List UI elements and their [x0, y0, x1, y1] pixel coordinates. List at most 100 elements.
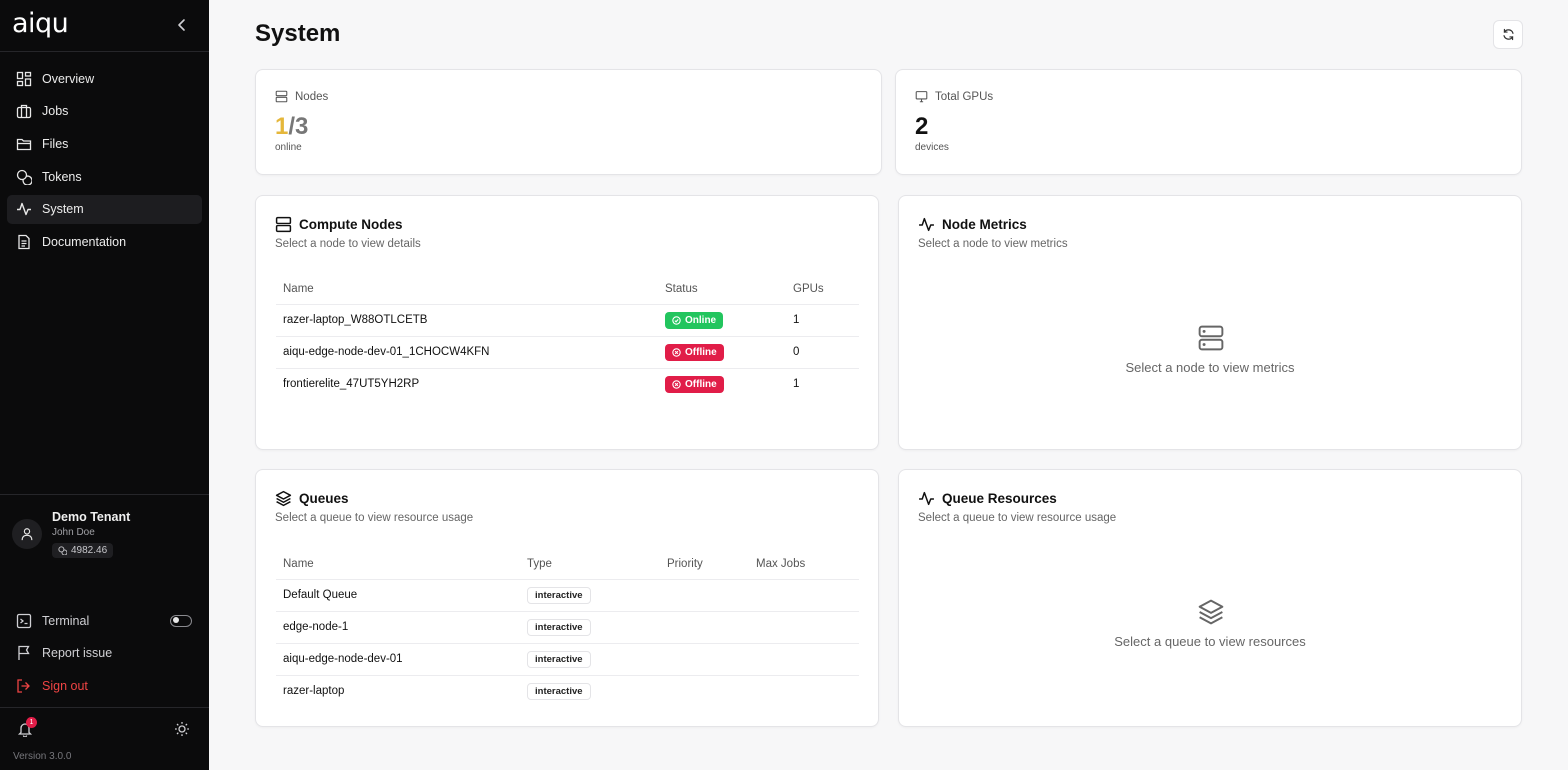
terminal-label: Terminal: [42, 613, 90, 628]
column-header-max-jobs: Max Jobs: [749, 549, 859, 580]
compute-nodes-subtitle: Select a node to view details: [275, 238, 421, 250]
briefcase-icon: [16, 105, 32, 119]
report-issue-item[interactable]: Report issue: [7, 639, 202, 668]
chevron-left-icon[interactable]: [174, 16, 190, 34]
status-badge: Offline: [665, 343, 724, 361]
server-icon: [275, 90, 288, 103]
server-icon: [1198, 325, 1224, 351]
tenant-name: Demo Tenant: [52, 510, 131, 524]
page-title: System: [255, 20, 341, 47]
column-header-type: Type: [520, 549, 660, 580]
refresh-button[interactable]: [1493, 20, 1523, 49]
column-header-name: Name: [276, 274, 658, 305]
refresh-icon: [1502, 28, 1514, 41]
sidebar-item-documentation[interactable]: Documentation: [7, 227, 202, 256]
node-metrics-empty-text: Select a node to view metrics: [1125, 360, 1295, 375]
gpus-value: 2: [915, 113, 929, 140]
compute-nodes-table: Name Status GPUs razer-laptop_W88OTLCETB…: [276, 274, 859, 400]
sidebar-item-system[interactable]: System: [7, 194, 202, 224]
terminal-icon: [16, 613, 32, 628]
node-metrics-subtitle: Select a node to view metrics: [918, 238, 1068, 250]
queue-name: edge-node-1: [276, 611, 520, 644]
sidebar-header: aiqu: [0, 0, 209, 52]
credit-badge: 4982.46: [52, 543, 114, 558]
activity-icon: [919, 491, 934, 506]
queue-type: interactive: [520, 579, 660, 612]
divider: [0, 494, 209, 495]
queue-max-jobs: [749, 579, 859, 612]
queue-max-jobs: [749, 675, 859, 707]
type-badge: interactive: [527, 682, 591, 700]
queues-subtitle: Select a queue to view resource usage: [275, 512, 474, 524]
node-gpus: 1: [786, 304, 859, 337]
queue-type: interactive: [520, 643, 660, 676]
table-row[interactable]: razer-laptop interactive: [276, 675, 859, 707]
gpus-stat-label: Total GPUs: [915, 90, 993, 103]
avatar: [12, 519, 42, 549]
coins-icon: [58, 546, 67, 555]
sign-out-icon: [17, 679, 30, 693]
x-circle-icon: [672, 347, 681, 357]
nodes-total-count: /3: [288, 113, 309, 140]
nodes-stat-label: Nodes: [275, 90, 328, 103]
sidebar-item-overview[interactable]: Overview: [7, 64, 202, 93]
sidebar-item-files[interactable]: Files: [7, 129, 202, 158]
card-title-text: Queues: [299, 491, 349, 506]
status-text: Offline: [685, 346, 717, 358]
node-gpus: 1: [793, 378, 800, 391]
sidebar-nav: Overview Jobs Files Tokens System Docume…: [7, 64, 202, 260]
sidebar-item-jobs[interactable]: Jobs: [7, 97, 202, 126]
queue-resources-subtitle: Select a queue to view resource usage: [918, 512, 1117, 524]
terminal-item[interactable]: Terminal: [7, 606, 202, 635]
status-text: Offline: [685, 378, 717, 390]
activity-icon: [17, 203, 31, 216]
table-row[interactable]: aiqu-edge-node-dev-01_1CHOCW4KFN Offline…: [276, 336, 859, 369]
node-name: frontierelite_47UT5YH2RP: [283, 378, 420, 391]
layers-icon: [275, 490, 292, 507]
card-title-text: Node Metrics: [942, 217, 1027, 232]
table-row[interactable]: razer-laptop_W88OTLCETB Online 1: [276, 304, 859, 337]
check-circle-icon: [672, 315, 681, 325]
node-status: Offline: [658, 368, 786, 400]
queue-priority: [660, 611, 749, 644]
sign-out-item[interactable]: Sign out: [7, 671, 202, 700]
layers-icon: [1198, 599, 1224, 625]
sun-icon[interactable]: [174, 721, 190, 737]
sidebar-item-label: Documentation: [42, 234, 127, 249]
user-icon: [21, 528, 33, 541]
column-header-gpus: GPUs: [786, 274, 859, 305]
card-title-text: Compute Nodes: [299, 217, 403, 232]
column-header-priority: Priority: [660, 549, 749, 580]
app-logo[interactable]: aiqu: [12, 8, 69, 39]
type-badge: interactive: [527, 650, 591, 668]
queue-name: aiqu-edge-node-dev-01: [276, 643, 520, 676]
nodes-sub: online: [275, 142, 302, 153]
table-row[interactable]: Default Queue interactive: [276, 579, 859, 612]
sidebar-item-tokens[interactable]: Tokens: [7, 162, 202, 191]
queue-name: razer-laptop: [283, 685, 345, 698]
terminal-toggle[interactable]: [170, 614, 192, 627]
column-header-name: Name: [276, 549, 520, 580]
queues-title: Queues: [275, 490, 349, 507]
server-icon: [275, 216, 292, 233]
user-profile[interactable]: Demo Tenant John Doe 4982.46: [12, 508, 130, 560]
sidebar-item-label: System: [42, 202, 84, 217]
user-name: John Doe: [52, 527, 95, 538]
nodes-label: Nodes: [295, 90, 329, 103]
node-metrics-card: Node Metrics Select a node to view metri…: [898, 195, 1522, 450]
table-row[interactable]: frontierelite_47UT5YH2RP Offline 1: [276, 368, 859, 400]
queues-card: Queues Select a queue to view resource u…: [255, 469, 879, 727]
queue-resources-title: Queue Resources: [918, 490, 1057, 507]
table-row[interactable]: aiqu-edge-node-dev-01 interactive: [276, 643, 859, 676]
queue-priority: [660, 643, 749, 676]
sidebar-item-label: Tokens: [42, 169, 82, 184]
queue-max-jobs: [749, 643, 859, 676]
status-badge: Online: [665, 311, 724, 329]
nodes-stat-card: Nodes 1/3 online: [255, 69, 882, 175]
x-circle-icon: [672, 380, 681, 389]
queue-name: Default Queue: [276, 579, 520, 612]
table-row[interactable]: edge-node-1 interactive: [276, 611, 859, 644]
queue-type: interactive: [520, 611, 660, 644]
compute-nodes-title: Compute Nodes: [275, 216, 403, 233]
sidebar: aiqu Overview Jobs Files Tokens System D…: [0, 0, 209, 770]
